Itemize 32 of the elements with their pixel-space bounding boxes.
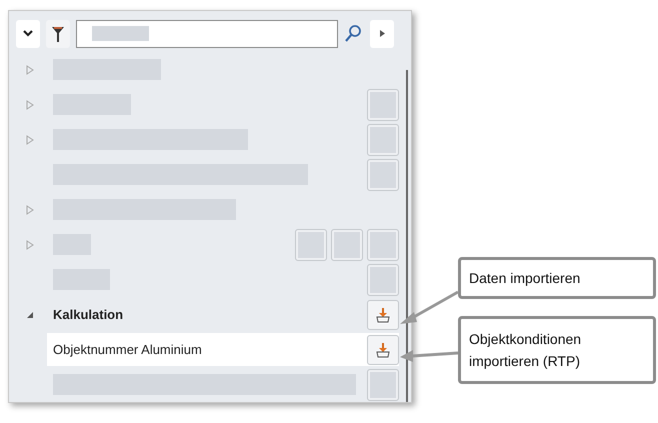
- leader-arrow: [400, 350, 458, 362]
- filter-button[interactable]: [46, 20, 70, 48]
- play-arrow-icon: [380, 30, 384, 37]
- expand-arrow-icon[interactable]: [26, 204, 34, 214]
- search-icon[interactable]: [344, 24, 362, 44]
- collapse-arrow-icon[interactable]: [26, 310, 34, 318]
- scrollbar[interactable]: [406, 70, 408, 402]
- blank-button[interactable]: [367, 228, 399, 260]
- expand-arrow-icon[interactable]: [26, 134, 34, 144]
- import-icon: [375, 342, 391, 358]
- more-button[interactable]: [370, 20, 394, 48]
- blank-button[interactable]: [367, 158, 399, 190]
- expand-arrow-icon[interactable]: [26, 100, 34, 110]
- import-icon: [375, 306, 391, 322]
- blank-button[interactable]: [331, 228, 363, 260]
- import-button[interactable]: [367, 300, 399, 330]
- chevron-down-icon: [23, 30, 33, 37]
- blank-button[interactable]: [367, 124, 399, 156]
- dropdown-button[interactable]: [16, 20, 40, 48]
- expand-arrow-icon[interactable]: [26, 240, 34, 250]
- search-field[interactable]: [76, 20, 338, 48]
- leader-arrow: [400, 290, 459, 324]
- blank-button[interactable]: [367, 88, 399, 120]
- callout-text: Daten importieren: [469, 268, 580, 288]
- tree-item-label[interactable]: Kalkulation: [53, 304, 124, 324]
- placeholder-bar: [92, 26, 149, 41]
- callout-text: Objektkonditionen importieren (RTP): [469, 330, 582, 371]
- expand-arrow-icon[interactable]: [26, 64, 34, 74]
- filter-icon: [51, 24, 65, 42]
- blank-button[interactable]: [295, 228, 327, 260]
- import-button[interactable]: [367, 334, 399, 364]
- tree-item-label[interactable]: Objektnummer Aluminium: [53, 340, 202, 360]
